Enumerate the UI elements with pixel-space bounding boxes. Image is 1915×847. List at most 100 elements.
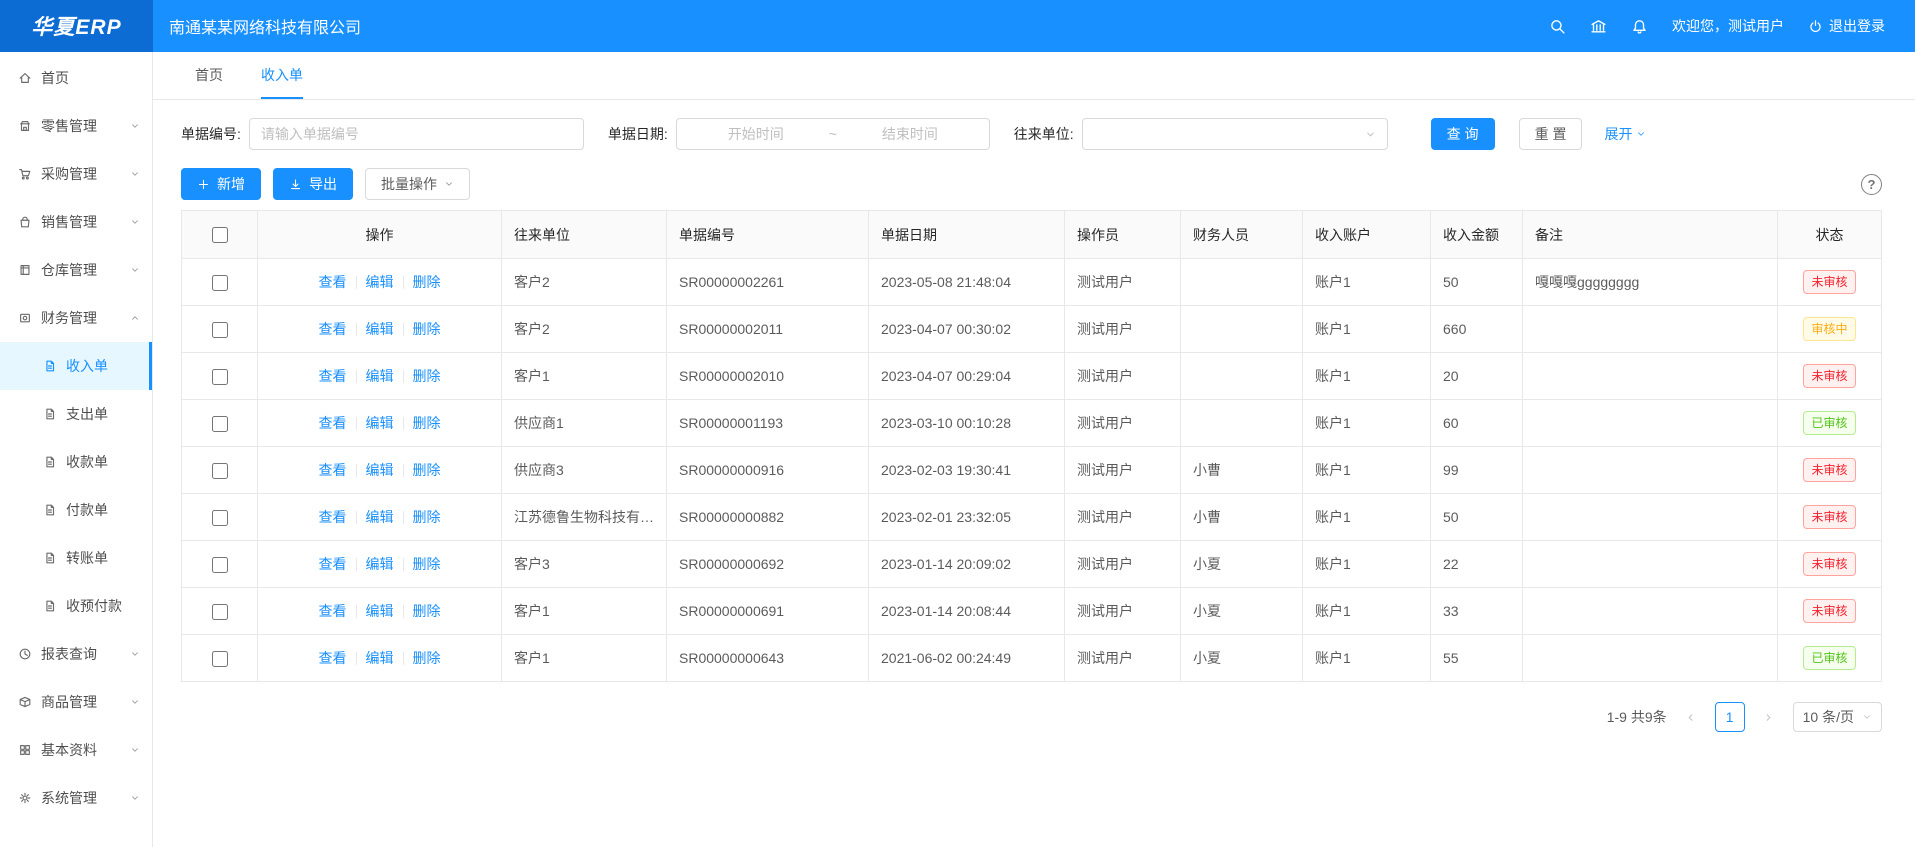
- edit-link[interactable]: 编辑: [366, 509, 394, 525]
- delete-link[interactable]: 删除: [413, 556, 441, 572]
- sidebar-item-prepayment[interactable]: 收预付款: [0, 582, 152, 630]
- edit-link[interactable]: 编辑: [366, 650, 394, 666]
- cell-remark: [1523, 588, 1778, 635]
- search-icon[interactable]: [1549, 18, 1566, 35]
- sidebar-item-finance[interactable]: 财务管理: [0, 294, 152, 342]
- sidebar-item-income-order[interactable]: 收入单: [0, 342, 152, 390]
- export-button[interactable]: 导出: [273, 168, 353, 200]
- cell-income-amount: 50: [1431, 494, 1523, 541]
- sidebar-item-basic-data[interactable]: 基本资料: [0, 726, 152, 774]
- table-row: 查看编辑删除 供应商3 SR00000000916 2023-02-03 19:…: [182, 447, 1882, 494]
- row-checkbox[interactable]: [212, 369, 228, 385]
- header-finance-person: 财务人员: [1181, 211, 1303, 259]
- view-link[interactable]: 查看: [319, 415, 347, 431]
- status-badge: 未审核: [1803, 599, 1855, 623]
- cell-partner: 客户2: [502, 306, 667, 353]
- row-checkbox[interactable]: [212, 416, 228, 432]
- page-number-button[interactable]: 1: [1715, 702, 1745, 732]
- row-checkbox[interactable]: [212, 651, 228, 667]
- edit-link[interactable]: 编辑: [366, 556, 394, 572]
- view-link[interactable]: 查看: [319, 368, 347, 384]
- main-content: 首页 收入单 单据编号: 单据日期: 开始时间 ~ 结束时间 往来单位:: [153, 52, 1915, 847]
- cell-actions: 查看 编辑 删除: [258, 588, 502, 635]
- welcome-user-text[interactable]: 欢迎您，测试用户: [1672, 16, 1784, 36]
- delete-link[interactable]: 删除: [413, 603, 441, 619]
- delete-link[interactable]: 删除: [413, 368, 441, 384]
- view-link[interactable]: 查看: [319, 556, 347, 572]
- tab-home[interactable]: 首页: [195, 52, 223, 99]
- sidebar-item-reports[interactable]: 报表查询: [0, 630, 152, 678]
- add-button[interactable]: 新增: [181, 168, 261, 200]
- sidebar-item-label: 付款单: [66, 500, 108, 520]
- cell-status: 已审核: [1778, 400, 1882, 447]
- app-window: 华夏ERP 南通某某网络科技有限公司 欢迎您，测试用户 退出登录 首页 零售管理: [0, 0, 1915, 847]
- cell-income-account: 账户1: [1303, 635, 1431, 682]
- row-checkbox[interactable]: [212, 322, 228, 338]
- sidebar-item-sales[interactable]: 销售管理: [0, 198, 152, 246]
- vertical-divider: [356, 464, 357, 477]
- row-checkbox[interactable]: [212, 510, 228, 526]
- sidebar-item-transfer-order[interactable]: 转账单: [0, 534, 152, 582]
- cell-income-amount: 660: [1431, 306, 1523, 353]
- view-link[interactable]: 查看: [319, 462, 347, 478]
- row-checkbox[interactable]: [212, 604, 228, 620]
- view-link[interactable]: 查看: [319, 650, 347, 666]
- date-range-picker[interactable]: 开始时间 ~ 结束时间: [676, 118, 990, 150]
- edit-link[interactable]: 编辑: [366, 462, 394, 478]
- partner-select[interactable]: [1082, 118, 1388, 150]
- row-checkbox[interactable]: [212, 463, 228, 479]
- next-page-button[interactable]: [1755, 703, 1783, 731]
- cell-income-account: 账户1: [1303, 447, 1431, 494]
- batch-operations-dropdown[interactable]: 批量操作: [365, 168, 470, 200]
- sidebar-item-home[interactable]: 首页: [0, 54, 152, 102]
- topbar-right: 欢迎您，测试用户 退出登录: [1549, 16, 1915, 36]
- delete-link[interactable]: 删除: [413, 415, 441, 431]
- sidebar-item-system[interactable]: 系统管理: [0, 774, 152, 822]
- view-link[interactable]: 查看: [319, 321, 347, 337]
- cell-operator: 测试用户: [1065, 400, 1181, 447]
- edit-link[interactable]: 编辑: [366, 274, 394, 290]
- delete-link[interactable]: 删除: [413, 274, 441, 290]
- view-link[interactable]: 查看: [319, 603, 347, 619]
- view-link[interactable]: 查看: [319, 509, 347, 525]
- row-checkbox[interactable]: [212, 557, 228, 573]
- edit-link[interactable]: 编辑: [366, 415, 394, 431]
- sidebar-item-receipt-order[interactable]: 收款单: [0, 438, 152, 486]
- edit-link[interactable]: 编辑: [366, 368, 394, 384]
- delete-link[interactable]: 删除: [413, 321, 441, 337]
- bell-icon[interactable]: [1631, 18, 1648, 35]
- logout-button[interactable]: 退出登录: [1808, 16, 1885, 36]
- cell-bill-no: SR00000000916: [667, 447, 869, 494]
- view-link[interactable]: 查看: [319, 274, 347, 290]
- cell-bill-no: SR00000000882: [667, 494, 869, 541]
- sidebar-item-goods[interactable]: 商品管理: [0, 678, 152, 726]
- bank-icon[interactable]: [1590, 18, 1607, 35]
- table-row: 查看编辑删除 江苏德鲁生物科技有限... SR00000000882 2023-…: [182, 494, 1882, 541]
- header-operator: 操作员: [1065, 211, 1181, 259]
- expand-link[interactable]: 展开: [1604, 124, 1646, 144]
- delete-link[interactable]: 删除: [413, 462, 441, 478]
- row-checkbox[interactable]: [212, 275, 228, 291]
- delete-link[interactable]: 删除: [413, 509, 441, 525]
- sidebar-item-payment-order[interactable]: 付款单: [0, 486, 152, 534]
- search-button[interactable]: 查 询: [1431, 118, 1495, 150]
- vertical-divider: [403, 370, 404, 383]
- page-size-select[interactable]: 10 条/页: [1793, 702, 1882, 732]
- delete-link[interactable]: 删除: [413, 650, 441, 666]
- sidebar-item-expense-order[interactable]: 支出单: [0, 390, 152, 438]
- prev-page-button[interactable]: [1677, 703, 1705, 731]
- sidebar-item-warehouse[interactable]: 仓库管理: [0, 246, 152, 294]
- status-badge: 未审核: [1803, 505, 1855, 529]
- sidebar-item-label: 商品管理: [41, 692, 97, 712]
- edit-link[interactable]: 编辑: [366, 603, 394, 619]
- tab-income-order[interactable]: 收入单: [261, 52, 303, 99]
- sidebar-item-retail[interactable]: 零售管理: [0, 102, 152, 150]
- reset-button[interactable]: 重 置: [1519, 118, 1583, 150]
- cell-bill-date: 2021-06-02 00:24:49: [869, 635, 1065, 682]
- cell-remark: [1523, 447, 1778, 494]
- sidebar-item-purchase[interactable]: 采购管理: [0, 150, 152, 198]
- select-all-checkbox[interactable]: [212, 227, 228, 243]
- edit-link[interactable]: 编辑: [366, 321, 394, 337]
- help-icon[interactable]: ?: [1861, 174, 1882, 195]
- bill-no-input[interactable]: [249, 118, 584, 150]
